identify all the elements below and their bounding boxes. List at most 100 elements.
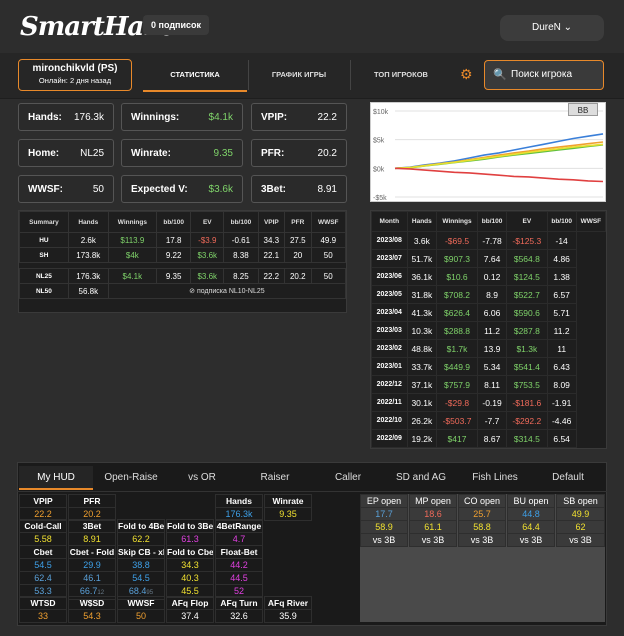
table-row: 2023/04 41.3k $626.4 6.06 $590.6 5.71 bbox=[371, 303, 606, 322]
hud-tab-sd-ag[interactable]: SD and AG bbox=[385, 466, 457, 490]
table-cell: $3.6k bbox=[190, 247, 225, 263]
tab-top-players[interactable]: ТОП ИГРОКОВ bbox=[351, 58, 451, 92]
hud-value-sb-open: 49.9 bbox=[556, 507, 605, 521]
stat-label: PFR: bbox=[261, 148, 285, 159]
chart-svg: $10k $5k $0k -$5k bbox=[373, 109, 604, 202]
y-tick-label: -$5k bbox=[373, 195, 387, 202]
hud-label-afqflop: AFq Flop bbox=[166, 596, 214, 610]
month-label: 2022/10 bbox=[371, 411, 408, 430]
table-cell: $449.9 bbox=[436, 357, 478, 376]
table-row: NL50 56.8k ⊘ подписка NL10-NL25 bbox=[19, 283, 347, 299]
tab-game-chart[interactable]: ГРАФИК ИГРЫ bbox=[249, 58, 349, 92]
column-header: bb/100 bbox=[223, 211, 259, 233]
table-cell: $314.5 bbox=[506, 429, 548, 448]
month-label: 2023/04 bbox=[371, 303, 408, 322]
table-cell: 31.8k bbox=[406, 285, 438, 304]
hud-tab-raiser[interactable]: Raiser bbox=[240, 466, 310, 490]
search-input[interactable]: 🔍 Поиск игрока bbox=[484, 60, 604, 90]
hud-label-fold4bet: Fold to 4Bet bbox=[117, 519, 165, 533]
stat-value: 9.35 bbox=[213, 148, 233, 159]
hud-value-cbetfold: 46.1 bbox=[68, 571, 116, 585]
user-menu-button[interactable]: DureN ⌄ bbox=[500, 15, 604, 41]
hud-value-cbetfold: 29.9 bbox=[68, 558, 116, 572]
column-header: EV bbox=[190, 211, 225, 233]
table-cell: 48.8k bbox=[406, 339, 438, 358]
table-cell: 11 bbox=[546, 339, 577, 358]
row-label: NL25 bbox=[19, 268, 69, 284]
column-header: WWSF bbox=[310, 211, 346, 233]
summary-panel: Summary Hands Winnings bb/100 EV bb/100 … bbox=[18, 210, 347, 313]
hud-label-vpip: VPIP bbox=[19, 494, 67, 508]
hud-label-sb-open: SB open bbox=[556, 494, 605, 508]
hud-value-afqturn: 32.6 bbox=[215, 609, 263, 623]
table-row: HU 2.6k $113.9 17.8 -$3.9 -0.61 34.3 27.… bbox=[19, 232, 346, 248]
bb-toggle[interactable]: BB bbox=[568, 103, 598, 116]
table-cell: 8.38 bbox=[223, 247, 259, 263]
table-cell: 2.6k bbox=[67, 232, 109, 248]
stat-label: WWSF: bbox=[28, 184, 63, 195]
summary-table: Summary Hands Winnings bb/100 EV bb/100 … bbox=[19, 211, 347, 299]
hud-tab-open-raise[interactable]: Open-Raise bbox=[95, 466, 167, 490]
hud-label-winrate: Winrate bbox=[264, 494, 312, 508]
month-label: 2023/07 bbox=[371, 249, 408, 268]
table-cell: 37.1k bbox=[406, 375, 438, 394]
hud-value-mp-vs3b: 61.1 bbox=[409, 520, 457, 534]
tab-statistics[interactable]: СТАТИСТИКА bbox=[143, 58, 247, 92]
hud-value-foldcbet: 40.3 bbox=[166, 571, 214, 585]
hud-tab-default[interactable]: Default bbox=[533, 466, 603, 490]
stat-value: 20.2 bbox=[317, 148, 337, 159]
hud-tab-vs-or[interactable]: vs OR bbox=[168, 466, 236, 490]
table-cell: 22.1 bbox=[257, 247, 286, 263]
stat-value: $4.1k bbox=[208, 112, 233, 123]
hud-value-ep-open: 17.7 bbox=[360, 507, 408, 521]
table-cell: 56.8k bbox=[67, 283, 109, 299]
table-row: NL25 176.3k $4.1k 9.35 $3.6k 8.25 22.2 2… bbox=[19, 268, 346, 284]
hud-label-bu-open: BU open bbox=[507, 494, 555, 508]
row-label: SH bbox=[19, 247, 69, 263]
hud-value-wssd: 54.3 bbox=[68, 609, 116, 623]
hud-tab-my-hud[interactable]: My HUD bbox=[19, 466, 93, 490]
table-cell: 27.5 bbox=[284, 232, 312, 248]
hud-label-foldcbet: Fold to Cbet bbox=[166, 545, 214, 559]
search-icon: 🔍 bbox=[493, 69, 507, 81]
hud-value-sb-vs3b: 62 bbox=[556, 520, 605, 534]
stat-value: 176.3k bbox=[73, 112, 104, 123]
subscription-note[interactable]: ⊘ подписка NL10-NL25 bbox=[107, 283, 347, 299]
hud-label-vs3b: vs 3B bbox=[409, 533, 457, 547]
month-label: 2023/02 bbox=[371, 339, 408, 358]
table-cell: $10.6 bbox=[436, 267, 478, 286]
table-row: 2022/11 30.1k -$29.8 -0.19 -$181.6 -1.91 bbox=[371, 393, 606, 412]
subscription-note-text: подписка NL10-NL25 bbox=[196, 288, 265, 295]
table-cell: $1.3k bbox=[506, 339, 548, 358]
table-cell: $113.9 bbox=[107, 232, 157, 248]
hud-tab-fish-lines[interactable]: Fish Lines bbox=[459, 466, 531, 490]
search-placeholder: Поиск игрока bbox=[511, 69, 573, 80]
table-cell: $590.6 bbox=[506, 303, 548, 322]
table-cell: 11.2 bbox=[476, 321, 508, 340]
stat-value: $3.6k bbox=[208, 184, 233, 195]
row-label: NL50 bbox=[19, 283, 69, 299]
table-cell: 51.7k bbox=[406, 249, 438, 268]
hud-label-coldcall: Cold-Call bbox=[19, 519, 67, 533]
table-cell: 6.06 bbox=[476, 303, 508, 322]
hud-tab-caller[interactable]: Caller bbox=[313, 466, 383, 490]
month-label: 2023/01 bbox=[371, 357, 408, 376]
stat-label: Winrate: bbox=[131, 148, 171, 159]
table-cell: 30.1k bbox=[406, 393, 438, 412]
table-cell: -0.61 bbox=[223, 232, 259, 248]
column-header: Month bbox=[371, 211, 408, 232]
month-label: 2023/08 bbox=[371, 231, 408, 250]
y-tick-label: $0k bbox=[373, 166, 385, 173]
subscription-badge[interactable]: 0 подписок bbox=[143, 15, 210, 35]
hud-value-mp-open: 18.6 bbox=[409, 507, 457, 521]
player-card[interactable]: mironchikvld (PS) Онлайн: 2 дня назад bbox=[18, 59, 132, 91]
winnings-chart: $10k $5k $0k -$5k bbox=[370, 102, 606, 202]
stat-winrate: Winrate: 9.35 bbox=[121, 139, 243, 167]
gear-icon[interactable]: ⚙ bbox=[460, 66, 473, 83]
table-cell: 17.8 bbox=[155, 232, 192, 248]
hud-label-afqturn: AFq Turn bbox=[215, 596, 263, 610]
stat-label: Expected V: bbox=[131, 184, 188, 195]
hud-label-wssd: W$SD bbox=[68, 596, 116, 610]
hud-divider bbox=[17, 491, 607, 492]
monthly-table: Month Hands Winnings bb/100 EV bb/100 WW… bbox=[371, 211, 607, 448]
